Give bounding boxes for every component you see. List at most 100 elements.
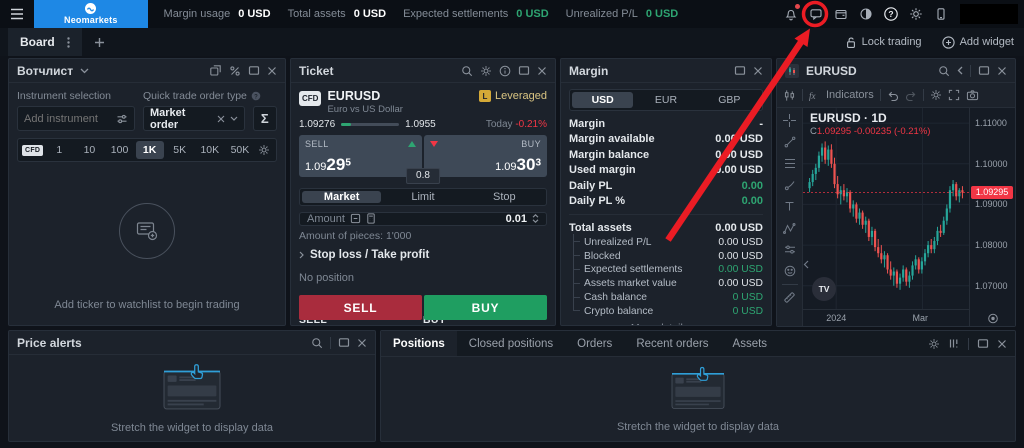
- mobile-icon[interactable]: [932, 6, 949, 23]
- instrument-search-field[interactable]: [17, 106, 135, 131]
- order-type-select[interactable]: Market order: [143, 106, 245, 131]
- redo-icon[interactable]: [905, 90, 917, 101]
- indicators-button[interactable]: fx Indicators: [809, 89, 874, 101]
- theme-contrast-icon[interactable]: [857, 6, 874, 23]
- tab-stop[interactable]: Stop: [465, 191, 544, 203]
- amount-stepper[interactable]: [532, 214, 539, 223]
- gear-icon[interactable]: [480, 65, 492, 77]
- buy-price-box[interactable]: BUY 1.09303: [424, 135, 547, 177]
- close-icon[interactable]: [267, 66, 277, 76]
- qty-button-active[interactable]: 1K: [136, 141, 164, 159]
- search-icon[interactable]: [461, 65, 473, 77]
- gear-icon[interactable]: [256, 144, 272, 156]
- emoji-tool-icon[interactable]: [777, 261, 802, 283]
- camera-icon[interactable]: [966, 89, 979, 101]
- neomarkets-logo[interactable]: Neomarkets: [34, 0, 148, 28]
- instrument-selection-label: Instrument selection: [17, 90, 143, 102]
- target-icon[interactable]: [987, 313, 998, 324]
- maximize-icon[interactable]: [978, 65, 990, 76]
- currency-tab-gbp[interactable]: GBP: [699, 92, 760, 108]
- maximize-icon[interactable]: [977, 338, 989, 349]
- maximize-icon[interactable]: [338, 337, 350, 348]
- bell-icon[interactable]: [782, 6, 799, 23]
- sell-price-box[interactable]: SELL 1.09295: [299, 135, 422, 177]
- popout-icon[interactable]: [209, 64, 222, 77]
- filter-icon[interactable]: [116, 113, 128, 125]
- gear-icon[interactable]: [928, 338, 940, 350]
- tab-closed-positions[interactable]: Closed positions: [457, 331, 565, 356]
- add-widget-button[interactable]: Add widget: [942, 36, 1014, 49]
- close-icon[interactable]: [997, 339, 1007, 349]
- help-circle-icon[interactable]: ?: [251, 91, 261, 101]
- close-icon[interactable]: [997, 66, 1007, 76]
- fib-tool-icon[interactable]: [777, 153, 802, 175]
- candlestick-chart[interactable]: EURUSD · 1D C1.09295 -0.00235 (-0.21%) T…: [803, 108, 969, 309]
- amount-value[interactable]: 0.01: [506, 213, 527, 225]
- tab-assets[interactable]: Assets: [721, 331, 780, 356]
- lock-open-icon: [845, 36, 857, 49]
- add-board-icon[interactable]: [94, 37, 105, 48]
- chart-settings-icon[interactable]: [930, 89, 942, 101]
- hamburger-menu-icon[interactable]: [0, 0, 34, 28]
- text-tool-icon[interactable]: [777, 196, 802, 218]
- more-details-button[interactable]: More details: [569, 318, 763, 326]
- lock-trading-button[interactable]: Lock trading: [845, 36, 922, 49]
- chat-icon[interactable]: [807, 6, 824, 23]
- sum-button[interactable]: Σ: [253, 106, 277, 131]
- maximize-icon[interactable]: [518, 65, 530, 76]
- tab-recent-orders[interactable]: Recent orders: [624, 331, 720, 356]
- qty-button[interactable]: 100: [105, 141, 133, 159]
- close-icon[interactable]: [753, 66, 763, 76]
- chevron-left-icon[interactable]: [957, 66, 963, 75]
- tab-board[interactable]: Board: [8, 28, 82, 56]
- time-axis[interactable]: 2024Mar: [803, 309, 969, 326]
- qty-button[interactable]: 10: [75, 141, 103, 159]
- candle-style-icon[interactable]: [783, 89, 796, 102]
- stoploss-takeprofit-toggle[interactable]: Stop loss / Take profit: [299, 249, 547, 261]
- help-icon[interactable]: ?: [882, 6, 899, 23]
- price-axis[interactable]: 1.110001.100001.090001.080001.070001.092…: [969, 108, 1015, 326]
- qty-button[interactable]: 50K: [226, 141, 254, 159]
- qty-button[interactable]: 5K: [166, 141, 194, 159]
- percent-icon[interactable]: [229, 65, 241, 77]
- info-icon[interactable]: [499, 65, 511, 77]
- crosshair-tool-icon[interactable]: [777, 110, 802, 132]
- qty-button[interactable]: 1: [45, 141, 73, 159]
- minus-box-icon[interactable]: [350, 213, 361, 224]
- sell-button[interactable]: SELL: [299, 295, 422, 320]
- chevron-down-icon[interactable]: [80, 68, 89, 74]
- collapse-rail-icon[interactable]: [803, 260, 809, 269]
- calculator-icon[interactable]: [366, 213, 376, 224]
- measure-tool-icon[interactable]: [777, 287, 802, 309]
- currency-tab-eur[interactable]: EUR: [635, 92, 696, 108]
- tab-market[interactable]: Market: [302, 191, 381, 203]
- forecast-tool-icon[interactable]: [777, 239, 802, 261]
- close-icon[interactable]: [537, 66, 547, 76]
- undo-icon[interactable]: [887, 90, 899, 101]
- tab-options-icon[interactable]: [67, 37, 70, 48]
- tab-positions[interactable]: Positions: [381, 331, 457, 356]
- columns-icon[interactable]: [948, 338, 960, 349]
- pattern-tool-icon[interactable]: [777, 218, 802, 240]
- trendline-tool-icon[interactable]: [777, 132, 802, 154]
- search-icon[interactable]: [938, 65, 950, 77]
- qty-button[interactable]: 10K: [196, 141, 224, 159]
- buy-button[interactable]: BUY: [424, 295, 547, 320]
- close-icon[interactable]: [357, 338, 367, 348]
- currency-tab-usd[interactable]: USD: [572, 92, 633, 108]
- brush-tool-icon[interactable]: [777, 175, 802, 197]
- maximize-icon[interactable]: [734, 65, 746, 76]
- cfd-chip[interactable]: CFD: [22, 145, 43, 156]
- wallet-icon[interactable]: [832, 6, 849, 23]
- fullscreen-icon[interactable]: [948, 89, 960, 101]
- search-icon[interactable]: [311, 337, 323, 349]
- chevron-down-icon[interactable]: [230, 116, 238, 121]
- gear-icon[interactable]: [907, 6, 924, 23]
- tab-orders[interactable]: Orders: [565, 331, 624, 356]
- clear-icon[interactable]: [217, 115, 225, 123]
- search-input[interactable]: [24, 113, 112, 125]
- tab-limit[interactable]: Limit: [383, 191, 462, 203]
- tradingview-logo[interactable]: TV: [812, 277, 836, 301]
- maximize-icon[interactable]: [248, 65, 260, 76]
- amount-field[interactable]: Amount 0.01: [299, 212, 547, 226]
